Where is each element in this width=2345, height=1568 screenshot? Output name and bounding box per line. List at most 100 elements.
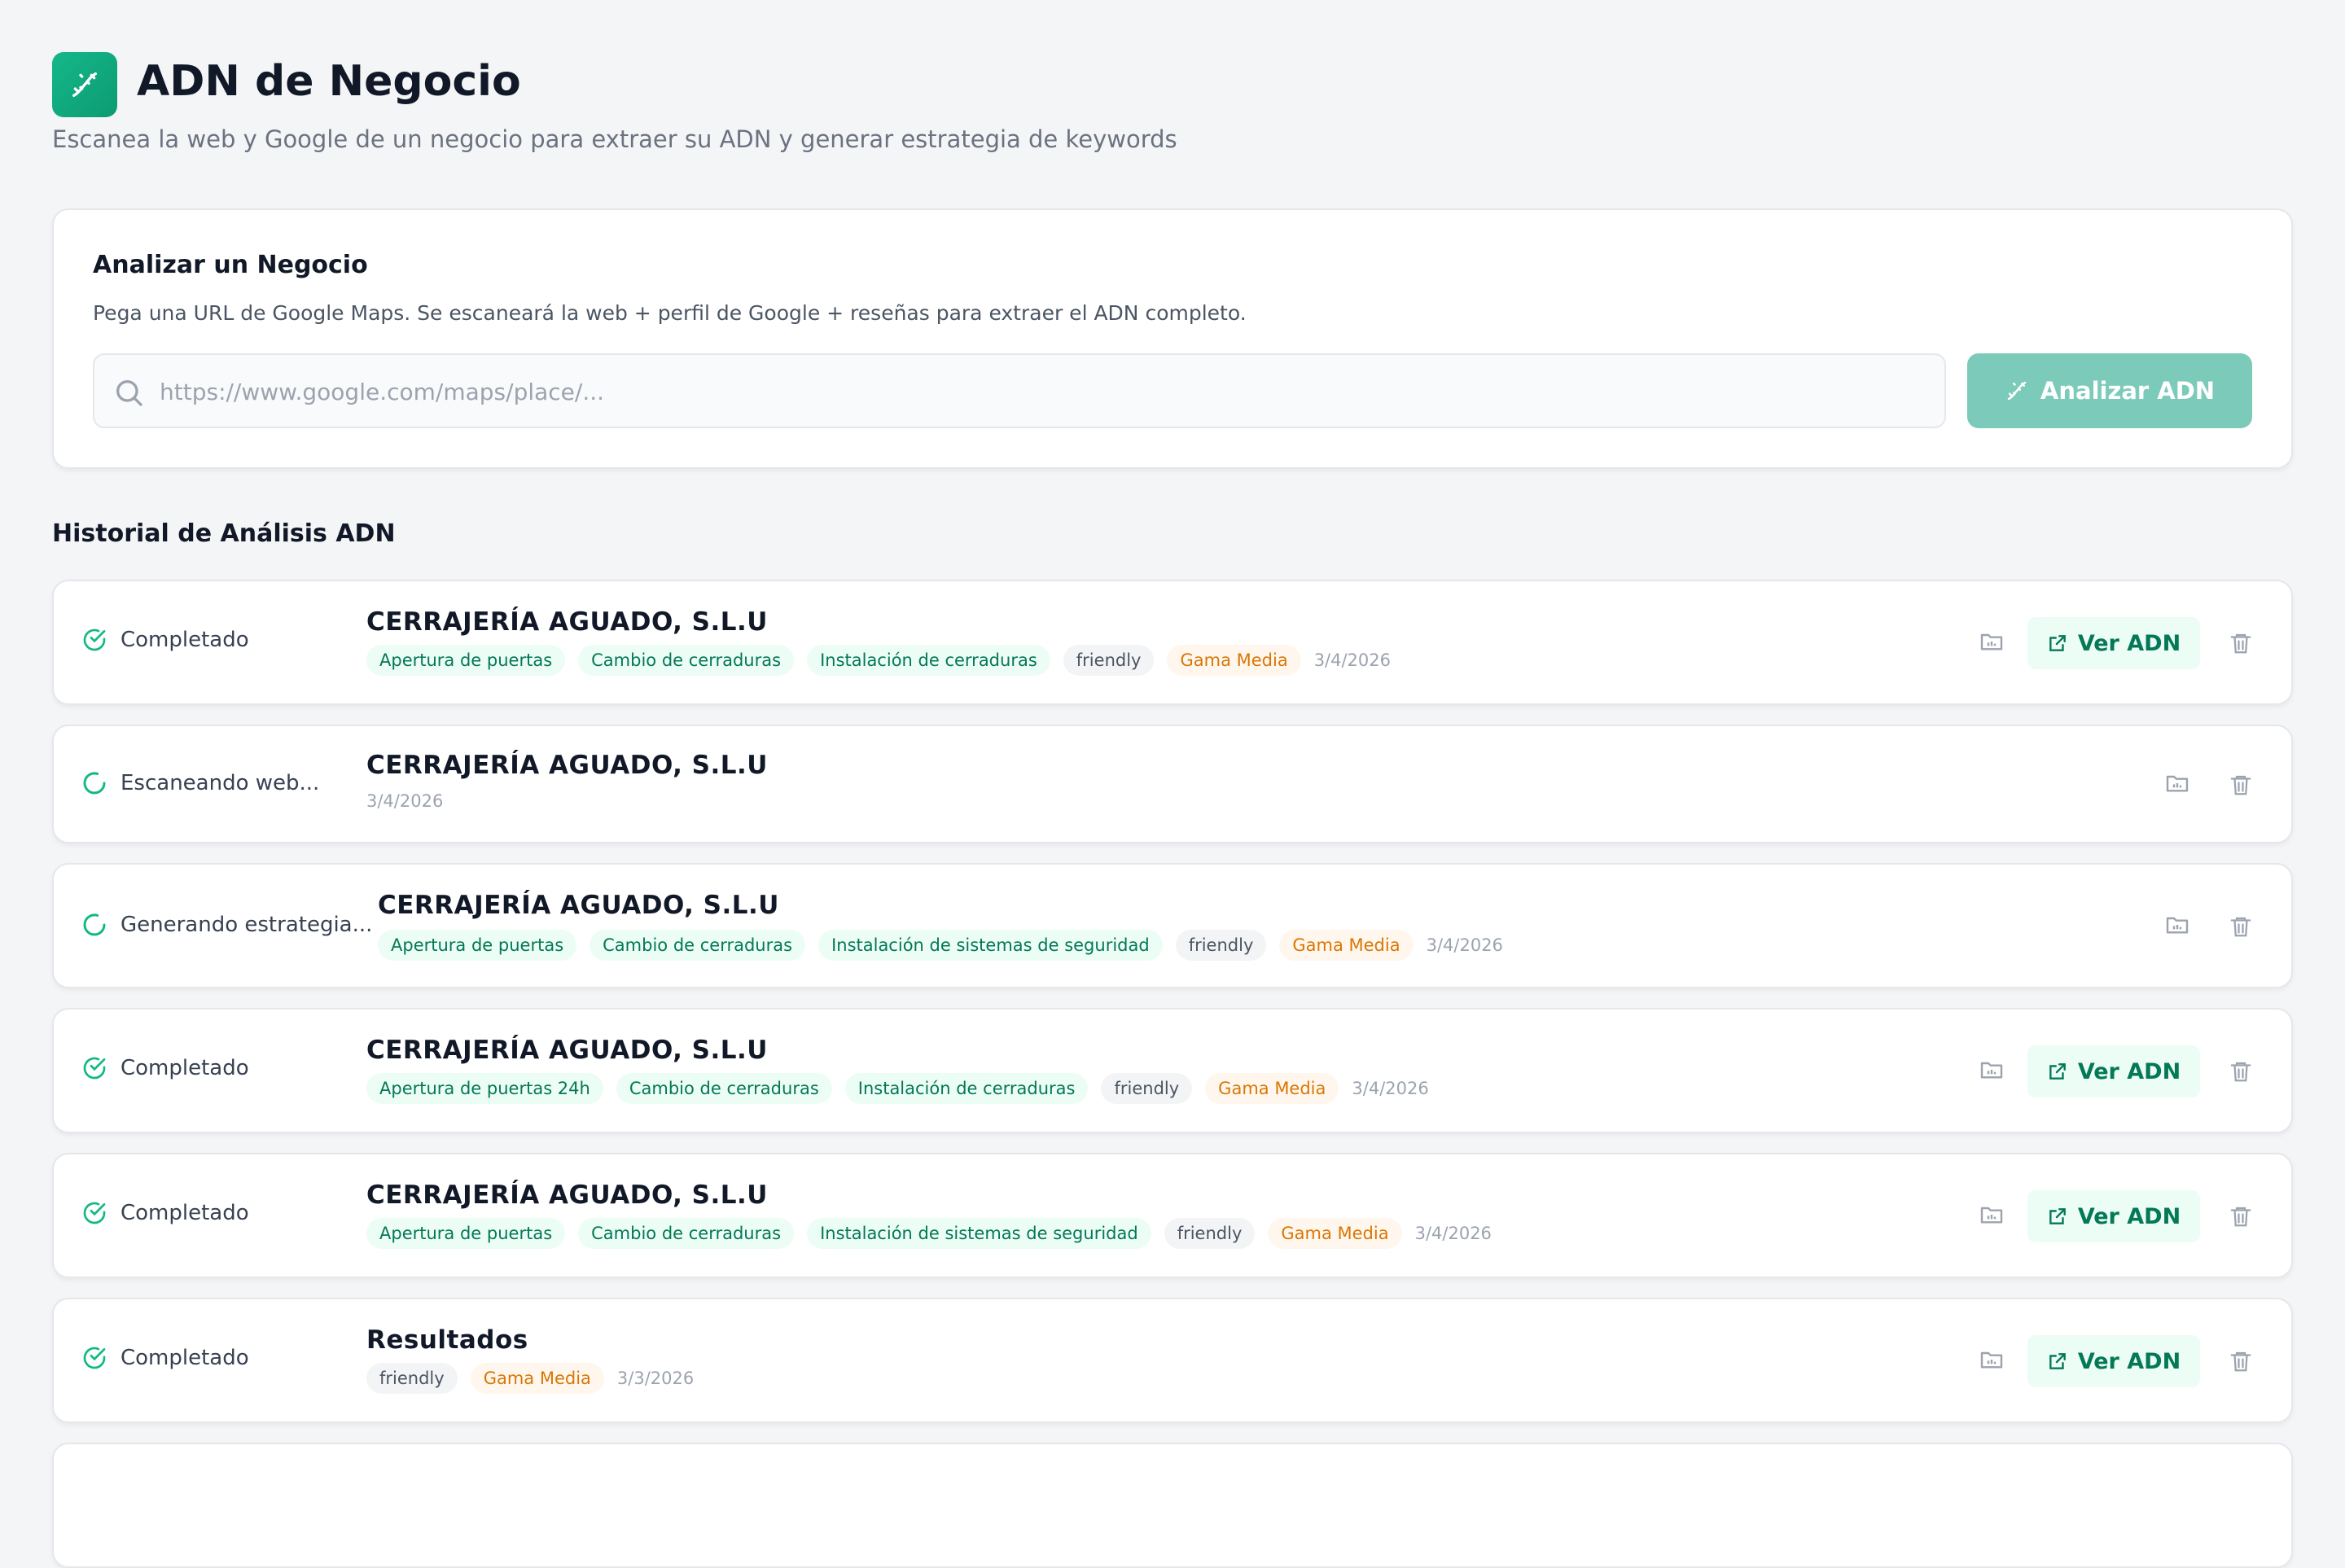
external-link-icon xyxy=(2049,1208,2066,1224)
tag-list: 3/4/2026 xyxy=(366,791,443,811)
tone-tag: friendly xyxy=(1164,1218,1256,1249)
tag-list: Apertura de puertas Cambio de cerraduras… xyxy=(366,645,1391,676)
ver-adn-label: Ver ADN xyxy=(2077,1203,2181,1229)
trash-icon[interactable] xyxy=(2224,1200,2257,1233)
business-name: CERRAJERÍA AGUADO, S.L.U xyxy=(366,607,768,637)
analyze-card: Analizar un Negocio Pega una URL de Goog… xyxy=(52,208,2293,469)
tone-tag: friendly xyxy=(1101,1073,1193,1104)
search-icon xyxy=(116,380,142,406)
history-row[interactable]: Generando estrategia... CERRAJERÍA AGUAD… xyxy=(52,863,2293,988)
status-label: Completado xyxy=(121,1056,249,1080)
history-row[interactable]: Completado CERRAJERÍA AGUADO, S.L.U Aper… xyxy=(52,580,2293,705)
status-completed: Completado xyxy=(81,627,249,653)
ver-adn-button[interactable]: Ver ADN xyxy=(2027,617,2200,669)
status-completed: Completado xyxy=(81,1345,249,1371)
trash-icon[interactable] xyxy=(2224,910,2257,943)
business-name: CERRAJERÍA AGUADO, S.L.U xyxy=(366,751,768,780)
row-date: 3/4/2026 xyxy=(1352,1079,1429,1098)
history-row[interactable] xyxy=(52,1443,2293,1568)
url-search-box[interactable] xyxy=(93,353,1946,428)
tag-list: Apertura de puertas Cambio de cerraduras… xyxy=(366,1218,1492,1249)
tone-tag: friendly xyxy=(366,1363,458,1394)
check-circle-icon xyxy=(83,1202,106,1224)
status-generating: Generando estrategia... xyxy=(81,912,372,938)
dna-icon xyxy=(52,52,117,117)
page-title: ADN de Negocio xyxy=(137,57,521,106)
analyze-description: Pega una URL de Google Maps. Se escanear… xyxy=(93,301,1247,325)
tier-tag: Gama Media xyxy=(1279,930,1414,961)
status-label: Completado xyxy=(121,1346,249,1370)
status-completed: Completado xyxy=(81,1200,249,1226)
spinner-icon xyxy=(83,913,106,936)
service-tag: Apertura de puertas xyxy=(366,645,566,676)
analyze-title: Analizar un Negocio xyxy=(93,251,368,279)
folder-icon[interactable] xyxy=(1975,1343,2008,1376)
folder-icon[interactable] xyxy=(1975,1198,2008,1231)
service-tag: Cambio de cerraduras xyxy=(578,645,795,676)
tone-label: friendly xyxy=(1114,1079,1180,1098)
service-tag: Apertura de puertas xyxy=(366,1218,566,1249)
analyze-adn-button[interactable]: Analizar ADN xyxy=(1967,353,2252,428)
folder-icon[interactable] xyxy=(1975,625,2008,658)
external-link-icon xyxy=(2049,1353,2066,1369)
status-label: Completado xyxy=(121,628,249,652)
service-tag: Cambio de cerraduras xyxy=(616,1073,832,1104)
tone-label: friendly xyxy=(1188,935,1254,955)
ver-adn-label: Ver ADN xyxy=(2077,630,2181,656)
service-tag: Cambio de cerraduras xyxy=(590,930,806,961)
tone-label: friendly xyxy=(1177,1224,1243,1243)
ver-adn-label: Ver ADN xyxy=(2077,1058,2181,1084)
service-tag: Instalación de sistemas de seguridad xyxy=(807,1218,1151,1249)
row-date: 3/4/2026 xyxy=(366,791,444,811)
trash-icon[interactable] xyxy=(2224,769,2257,801)
check-circle-icon xyxy=(83,1057,106,1080)
tone-tag: friendly xyxy=(1063,645,1155,676)
ver-adn-button[interactable]: Ver ADN xyxy=(2027,1190,2200,1242)
service-tag: Apertura de puertas xyxy=(378,930,577,961)
folder-icon[interactable] xyxy=(2161,909,2194,941)
service-tag: Instalación de cerraduras xyxy=(807,645,1050,676)
url-input[interactable] xyxy=(158,355,1928,428)
status-label: Completado xyxy=(121,1201,249,1225)
ver-adn-label: Ver ADN xyxy=(2077,1348,2181,1374)
tier-tag: Gama Media xyxy=(1205,1073,1339,1104)
status-label: Generando estrategia... xyxy=(121,913,373,937)
tag-list: Apertura de puertas Cambio de cerraduras… xyxy=(378,930,1503,961)
ver-adn-button[interactable]: Ver ADN xyxy=(2027,1335,2200,1387)
trash-icon[interactable] xyxy=(2224,627,2257,659)
trash-icon[interactable] xyxy=(2224,1345,2257,1377)
service-tag: Cambio de cerraduras xyxy=(578,1218,795,1249)
check-circle-icon xyxy=(83,1347,106,1369)
tier-tag: Gama Media xyxy=(1167,645,1301,676)
folder-icon[interactable] xyxy=(2161,767,2194,799)
check-circle-icon xyxy=(83,629,106,651)
tier-tag: Gama Media xyxy=(470,1363,604,1394)
page-subtitle: Escanea la web y Google de un negocio pa… xyxy=(52,125,1177,153)
status-label: Escaneando web... xyxy=(121,771,320,795)
trash-icon[interactable] xyxy=(2224,1055,2257,1088)
dna-icon xyxy=(2007,381,2027,401)
history-title: Historial de Análisis ADN xyxy=(52,519,396,548)
service-tag: Apertura de puertas 24h xyxy=(366,1073,603,1104)
status-scanning: Escaneando web... xyxy=(81,770,319,796)
history-row[interactable]: Escaneando web... CERRAJERÍA AGUADO, S.L… xyxy=(52,725,2293,843)
service-tag: Instalación de sistemas de seguridad xyxy=(818,930,1163,961)
history-row[interactable]: Completado CERRAJERÍA AGUADO, S.L.U Aper… xyxy=(52,1008,2293,1133)
analyze-button-label: Analizar ADN xyxy=(2040,377,2216,405)
business-name: Resultados xyxy=(366,1325,528,1355)
folder-icon[interactable] xyxy=(1975,1053,2008,1086)
external-link-icon xyxy=(2049,1063,2066,1080)
business-name: CERRAJERÍA AGUADO, S.L.U xyxy=(366,1036,768,1065)
tag-list: Apertura de puertas 24h Cambio de cerrad… xyxy=(366,1073,1429,1104)
row-date: 3/4/2026 xyxy=(1426,935,1503,955)
row-date: 3/4/2026 xyxy=(1313,650,1392,670)
business-name: CERRAJERÍA AGUADO, S.L.U xyxy=(378,891,779,920)
business-name: CERRAJERÍA AGUADO, S.L.U xyxy=(366,1180,768,1210)
tone-label: friendly xyxy=(379,1369,445,1388)
tier-tag: Gama Media xyxy=(1268,1218,1402,1249)
history-row[interactable]: Completado CERRAJERÍA AGUADO, S.L.U Aper… xyxy=(52,1153,2293,1278)
ver-adn-button[interactable]: Ver ADN xyxy=(2027,1045,2200,1097)
row-date: 3/4/2026 xyxy=(1414,1224,1492,1243)
tone-label: friendly xyxy=(1076,650,1142,670)
history-row[interactable]: Completado Resultados friendly Gama Medi… xyxy=(52,1298,2293,1423)
